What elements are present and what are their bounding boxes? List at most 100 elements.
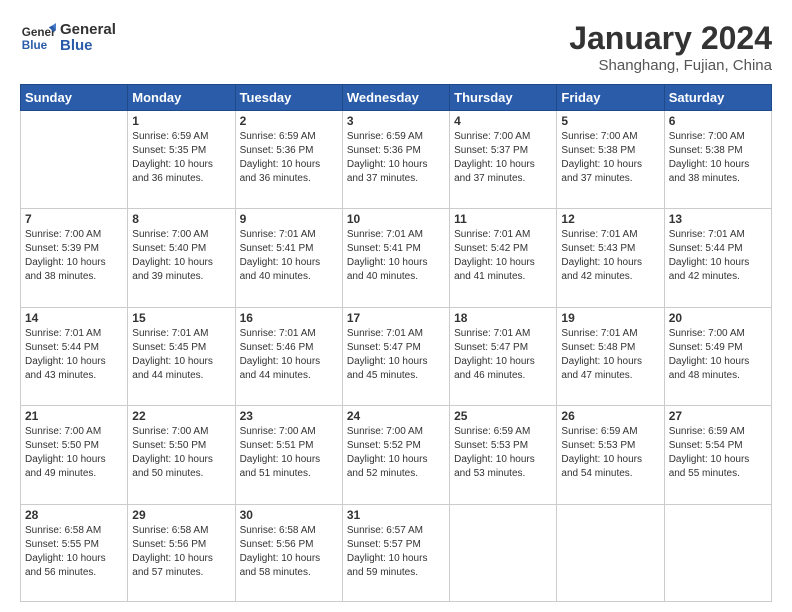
weekday-header-friday: Friday xyxy=(557,85,664,111)
calendar-cell-2-3: 9 Sunrise: 7:01 AM Sunset: 5:41 PM Daylig… xyxy=(235,209,342,307)
day-info: Sunrise: 7:01 AM Sunset: 5:41 PM Dayligh… xyxy=(347,228,445,284)
calendar-cell-4-2: 22 Sunrise: 7:00 AM Sunset: 5:50 PM Dayli… xyxy=(128,406,235,504)
calendar-cell-2-7: 13 Sunrise: 7:01 AM Sunset: 5:44 PM Dayli… xyxy=(664,209,771,307)
day-number: 1 xyxy=(132,114,230,128)
day-number: 27 xyxy=(669,409,767,423)
day-info: Sunrise: 7:01 AM Sunset: 5:41 PM Dayligh… xyxy=(240,228,338,284)
calendar-cell-4-1: 21Sunrise: 7:00 AM Sunset: 5:50 PM Dayli… xyxy=(21,406,128,504)
calendar-cell-1-6: 5 Sunrise: 7:00 AM Sunset: 5:38 PM Daylig… xyxy=(557,111,664,209)
day-info: Sunrise: 6:57 AM Sunset: 5:57 PM Dayligh… xyxy=(347,524,445,580)
calendar-cell-5-7 xyxy=(664,504,771,601)
calendar-cell-4-7: 27 Sunrise: 6:59 AM Sunset: 5:54 PM Dayli… xyxy=(664,406,771,504)
calendar-cell-4-5: 25Sunrise: 6:59 AM Sunset: 5:53 PM Dayli… xyxy=(450,406,557,504)
day-number: 18 xyxy=(454,311,552,325)
calendar-cell-4-3: 23 Sunrise: 7:00 AM Sunset: 5:51 PM Dayli… xyxy=(235,406,342,504)
calendar-cell-1-7: 6 Sunrise: 7:00 AM Sunset: 5:38 PM Daylig… xyxy=(664,111,771,209)
day-info: Sunrise: 7:00 AM Sunset: 5:50 PM Dayligh… xyxy=(132,425,230,481)
day-number: 13 xyxy=(669,212,767,226)
day-number: 15 xyxy=(132,311,230,325)
day-info: Sunrise: 7:01 AM Sunset: 5:46 PM Dayligh… xyxy=(240,327,338,383)
weekday-header-saturday: Saturday xyxy=(664,85,771,111)
day-info: Sunrise: 6:59 AM Sunset: 5:54 PM Dayligh… xyxy=(669,425,767,481)
calendar-cell-1-5: 4Sunrise: 7:00 AM Sunset: 5:37 PM Daylig… xyxy=(450,111,557,209)
calendar-cell-3-3: 16Sunrise: 7:01 AM Sunset: 5:46 PM Dayli… xyxy=(235,307,342,405)
calendar-cell-1-4: 3 Sunrise: 6:59 AM Sunset: 5:36 PM Daylig… xyxy=(342,111,449,209)
day-number: 14 xyxy=(25,311,123,325)
logo-blue-text: Blue xyxy=(60,38,116,55)
calendar-cell-1-1 xyxy=(21,111,128,209)
day-info: Sunrise: 6:58 AM Sunset: 5:56 PM Dayligh… xyxy=(132,524,230,580)
calendar-cell-1-3: 2 Sunrise: 6:59 AM Sunset: 5:36 PM Daylig… xyxy=(235,111,342,209)
location: Shanghang, Fujian, China xyxy=(569,57,772,74)
calendar-cell-5-4: 31Sunrise: 6:57 AM Sunset: 5:57 PM Dayli… xyxy=(342,504,449,601)
calendar-cell-5-5 xyxy=(450,504,557,601)
day-info: Sunrise: 6:59 AM Sunset: 5:53 PM Dayligh… xyxy=(561,425,659,481)
day-number: 17 xyxy=(347,311,445,325)
day-info: Sunrise: 6:59 AM Sunset: 5:35 PM Dayligh… xyxy=(132,130,230,186)
day-info: Sunrise: 7:00 AM Sunset: 5:38 PM Dayligh… xyxy=(669,130,767,186)
day-info: Sunrise: 7:00 AM Sunset: 5:51 PM Dayligh… xyxy=(240,425,338,481)
weekday-header-row: SundayMondayTuesdayWednesdayThursdayFrid… xyxy=(21,85,772,111)
weekday-header-monday: Monday xyxy=(128,85,235,111)
page: General Blue General Blue January 2024 S… xyxy=(0,0,792,612)
calendar-cell-2-1: 7 Sunrise: 7:00 AM Sunset: 5:39 PM Daylig… xyxy=(21,209,128,307)
calendar-cell-2-6: 12Sunrise: 7:01 AM Sunset: 5:43 PM Dayli… xyxy=(557,209,664,307)
day-info: Sunrise: 7:00 AM Sunset: 5:52 PM Dayligh… xyxy=(347,425,445,481)
calendar-cell-5-3: 30Sunrise: 6:58 AM Sunset: 5:56 PM Dayli… xyxy=(235,504,342,601)
day-info: Sunrise: 6:59 AM Sunset: 5:36 PM Dayligh… xyxy=(347,130,445,186)
day-number: 22 xyxy=(132,409,230,423)
calendar-cell-3-5: 18 Sunrise: 7:01 AM Sunset: 5:47 PM Dayli… xyxy=(450,307,557,405)
logo-icon: General Blue xyxy=(20,20,56,56)
calendar-week-row-1: 1 Sunrise: 6:59 AM Sunset: 5:35 PM Daylig… xyxy=(21,111,772,209)
day-number: 3 xyxy=(347,114,445,128)
calendar-week-row-5: 28Sunrise: 6:58 AM Sunset: 5:55 PM Dayli… xyxy=(21,504,772,601)
calendar-cell-5-2: 29 Sunrise: 6:58 AM Sunset: 5:56 PM Dayli… xyxy=(128,504,235,601)
day-number: 30 xyxy=(240,508,338,522)
calendar-cell-3-6: 19Sunrise: 7:01 AM Sunset: 5:48 PM Dayli… xyxy=(557,307,664,405)
calendar-cell-5-1: 28Sunrise: 6:58 AM Sunset: 5:55 PM Dayli… xyxy=(21,504,128,601)
day-info: Sunrise: 6:59 AM Sunset: 5:36 PM Dayligh… xyxy=(240,130,338,186)
logo-general-text: General xyxy=(60,22,116,39)
day-number: 24 xyxy=(347,409,445,423)
calendar-cell-2-4: 10 Sunrise: 7:01 AM Sunset: 5:41 PM Dayli… xyxy=(342,209,449,307)
day-info: Sunrise: 7:01 AM Sunset: 5:44 PM Dayligh… xyxy=(669,228,767,284)
day-info: Sunrise: 7:00 AM Sunset: 5:38 PM Dayligh… xyxy=(561,130,659,186)
day-number: 5 xyxy=(561,114,659,128)
calendar-cell-3-1: 14Sunrise: 7:01 AM Sunset: 5:44 PM Dayli… xyxy=(21,307,128,405)
day-number: 6 xyxy=(669,114,767,128)
day-number: 29 xyxy=(132,508,230,522)
day-info: Sunrise: 7:01 AM Sunset: 5:45 PM Dayligh… xyxy=(132,327,230,383)
day-info: Sunrise: 7:01 AM Sunset: 5:43 PM Dayligh… xyxy=(561,228,659,284)
day-number: 25 xyxy=(454,409,552,423)
day-info: Sunrise: 7:01 AM Sunset: 5:47 PM Dayligh… xyxy=(454,327,552,383)
calendar-cell-2-2: 8 Sunrise: 7:00 AM Sunset: 5:40 PM Daylig… xyxy=(128,209,235,307)
calendar-cell-3-2: 15 Sunrise: 7:01 AM Sunset: 5:45 PM Dayli… xyxy=(128,307,235,405)
day-info: Sunrise: 7:00 AM Sunset: 5:49 PM Dayligh… xyxy=(669,327,767,383)
day-number: 7 xyxy=(25,212,123,226)
day-number: 4 xyxy=(454,114,552,128)
day-number: 19 xyxy=(561,311,659,325)
calendar-cell-5-6 xyxy=(557,504,664,601)
day-number: 9 xyxy=(240,212,338,226)
day-number: 21 xyxy=(25,409,123,423)
day-number: 10 xyxy=(347,212,445,226)
calendar-cell-4-4: 24 Sunrise: 7:00 AM Sunset: 5:52 PM Dayli… xyxy=(342,406,449,504)
weekday-header-wednesday: Wednesday xyxy=(342,85,449,111)
calendar-week-row-3: 14Sunrise: 7:01 AM Sunset: 5:44 PM Dayli… xyxy=(21,307,772,405)
day-info: Sunrise: 7:00 AM Sunset: 5:40 PM Dayligh… xyxy=(132,228,230,284)
calendar-table: SundayMondayTuesdayWednesdayThursdayFrid… xyxy=(20,84,772,602)
day-info: Sunrise: 7:01 AM Sunset: 5:47 PM Dayligh… xyxy=(347,327,445,383)
day-number: 2 xyxy=(240,114,338,128)
day-number: 8 xyxy=(132,212,230,226)
day-number: 26 xyxy=(561,409,659,423)
day-info: Sunrise: 7:00 AM Sunset: 5:39 PM Dayligh… xyxy=(25,228,123,284)
logo: General Blue General Blue xyxy=(20,20,116,56)
calendar-cell-2-5: 11Sunrise: 7:01 AM Sunset: 5:42 PM Dayli… xyxy=(450,209,557,307)
title-block: January 2024 Shanghang, Fujian, China xyxy=(569,20,772,74)
svg-text:Blue: Blue xyxy=(22,39,48,52)
day-number: 23 xyxy=(240,409,338,423)
calendar-week-row-4: 21 Sunrise: 7:00 AM Sunset: 5:50 PM Dayli… xyxy=(21,406,772,504)
weekday-header-sunday: Sunday xyxy=(21,85,128,111)
month-title: January 2024 xyxy=(569,20,772,57)
day-number: 11 xyxy=(454,212,552,226)
